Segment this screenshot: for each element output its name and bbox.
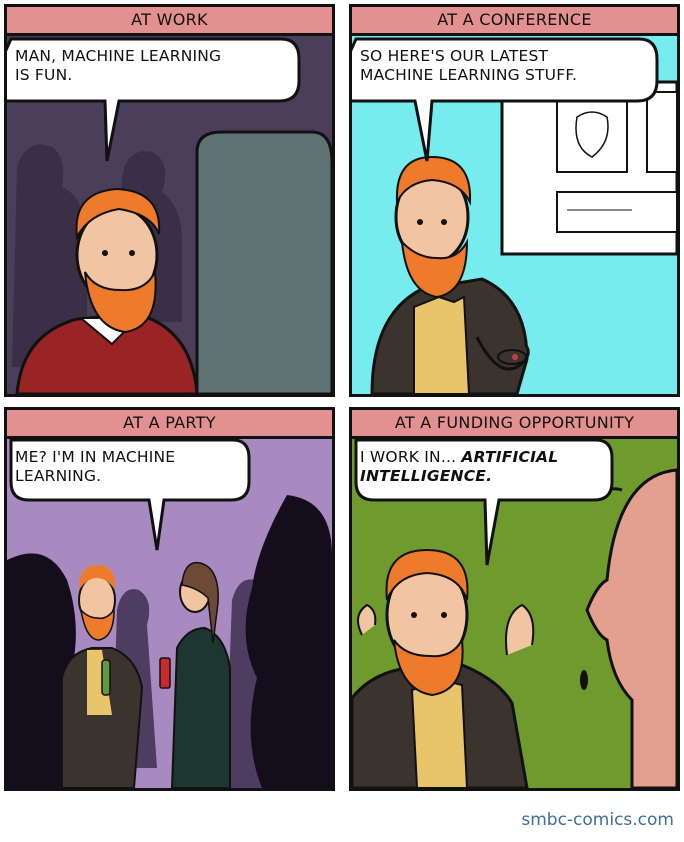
site-credit: smbc-comics.com <box>521 810 674 830</box>
panel-at-a-party: AT A PARTY ME? I'M IN MACHINE LEARNING. <box>4 407 335 791</box>
caption-at-a-funding-opportunity: AT A FUNDING OPPORTUNITY <box>352 410 677 439</box>
panel-at-a-conference: AT A CONFERENCE SO HERE'S OUR LATEST MAC… <box>349 4 680 397</box>
caption-at-work: AT WORK <box>7 7 332 36</box>
speech-plain-text: I WORK IN... <box>360 448 462 466</box>
caption-at-a-conference: AT A CONFERENCE <box>352 7 677 36</box>
speech-bubble-text: ME? I'M IN MACHINE LEARNING. <box>15 448 176 485</box>
speech-bubble-text: I WORK IN... ARTIFICIAL INTELLIGENCE. <box>360 448 558 486</box>
caption-at-a-party: AT A PARTY <box>7 410 332 439</box>
speech-bubble-text: SO HERE'S OUR LATEST MACHINE LEARNING ST… <box>360 47 578 84</box>
panel-at-work: AT WORK MAN, MACHINE LEARNING IS FUN. <box>4 4 335 397</box>
panel-at-a-funding-opportunity: AT A FUNDING OPPORTUNITY I WORK IN... AR… <box>349 407 680 791</box>
speech-bubble-text: MAN, MACHINE LEARNING IS FUN. <box>15 47 222 84</box>
